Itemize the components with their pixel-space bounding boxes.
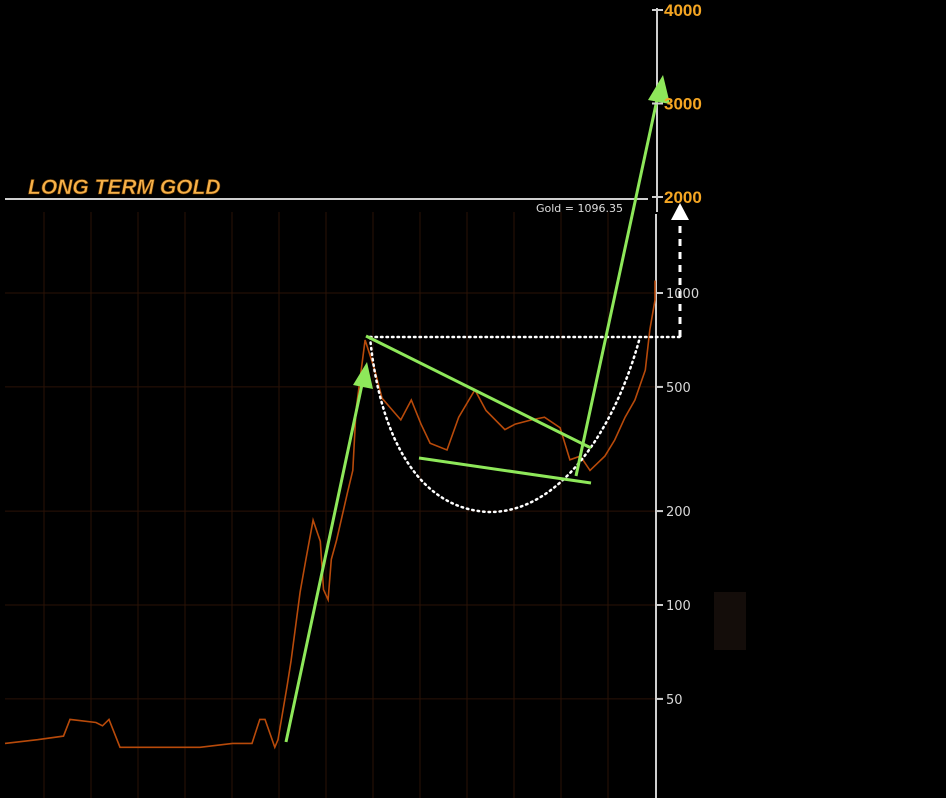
chart-title: LONG TERM GOLD (28, 176, 221, 199)
gold-price-line (4, 280, 656, 750)
grid (5, 212, 655, 798)
y-tick-label: 3000 (664, 95, 702, 114)
gold-chart: LONG TERM GOLD Gold = 1096.35 5010020050… (4, 1, 746, 798)
y-axis (655, 8, 658, 798)
trend-line-up-2 (574, 94, 660, 477)
faint-artifact (714, 592, 746, 650)
lower-channel-line (418, 456, 592, 485)
y-tick-label: 4000 (664, 1, 702, 20)
y-tick-label: 200 (666, 505, 691, 520)
upper-channel-line (365, 334, 592, 450)
annotations (284, 75, 689, 743)
y-tick-label: 100 (666, 599, 691, 614)
y-tick-label: 500 (666, 381, 691, 396)
trend-line-up-1 (284, 374, 366, 743)
y-tick-label: 1000 (666, 287, 699, 302)
y-ticks: 50 100 200 500 1000 2000 3000 4000 (652, 1, 702, 708)
y-tick-label: 2000 (664, 188, 702, 207)
value-readout: Gold = 1096.35 (536, 202, 623, 215)
arrowhead-up-1-icon (353, 362, 373, 389)
y-tick-label: 50 (666, 693, 683, 708)
